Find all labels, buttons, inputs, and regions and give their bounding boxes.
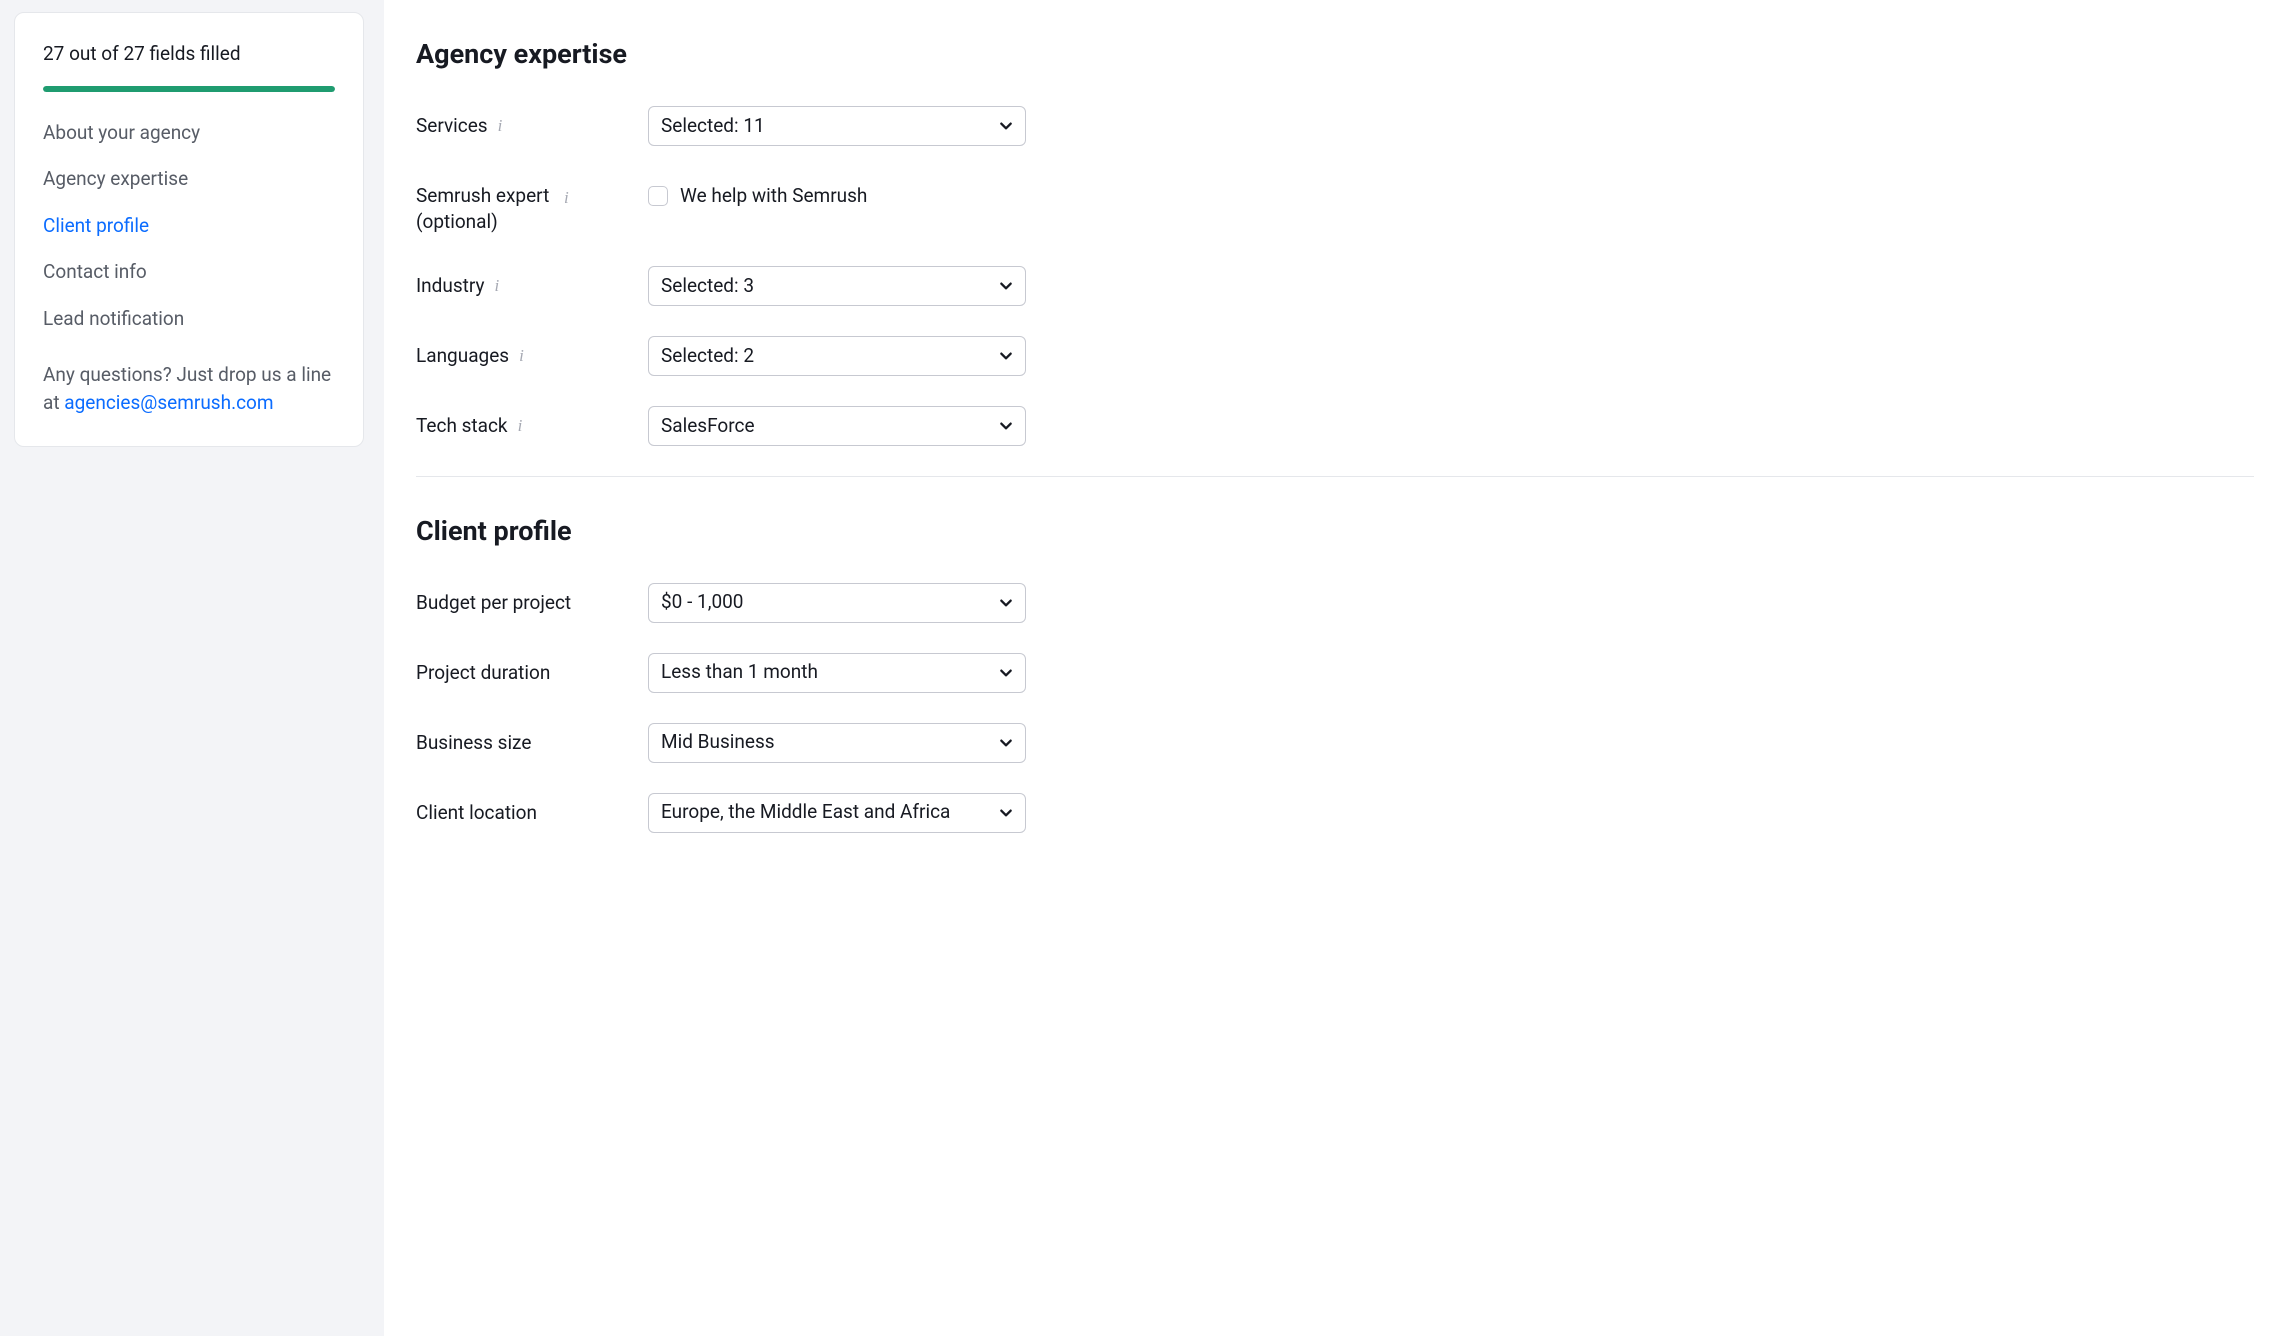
chevron-down-icon bbox=[999, 349, 1013, 363]
chevron-down-icon bbox=[999, 806, 1013, 820]
main-content: Agency expertise Services i Selected: 11 bbox=[384, 0, 2294, 1336]
row-duration: Project duration Less than 1 month bbox=[416, 653, 2254, 693]
select-value: $0 - 1,000 bbox=[661, 589, 744, 616]
label-wrap: Client location bbox=[416, 793, 648, 827]
row-languages: Languages i Selected: 2 bbox=[416, 336, 2254, 376]
section-title-client-profile: Client profile bbox=[416, 513, 2254, 551]
label-tech-stack: Tech stack bbox=[416, 413, 508, 440]
select-tech-stack[interactable]: SalesForce bbox=[648, 406, 1026, 446]
info-icon[interactable]: i bbox=[518, 414, 523, 438]
sidebar-card: 27 out of 27 fields filled About your ag… bbox=[14, 12, 364, 447]
label-services: Services bbox=[416, 113, 488, 140]
info-icon[interactable]: i bbox=[564, 188, 569, 207]
label-wrap: Industry i bbox=[416, 266, 648, 300]
chevron-down-icon bbox=[999, 666, 1013, 680]
label-duration: Project duration bbox=[416, 660, 550, 687]
row-services: Services i Selected: 11 bbox=[416, 106, 2254, 146]
row-semrush-expert: Semrush expert i (optional) We help with… bbox=[416, 176, 2254, 236]
section-divider bbox=[416, 476, 2254, 477]
label-wrap: Tech stack i bbox=[416, 406, 648, 440]
label-wrap: Project duration bbox=[416, 653, 648, 687]
progress-bar bbox=[43, 86, 335, 92]
select-business-size[interactable]: Mid Business bbox=[648, 723, 1026, 763]
checkbox-semrush-help[interactable] bbox=[648, 186, 668, 206]
label-wrap: Semrush expert i (optional) bbox=[416, 176, 648, 236]
chevron-down-icon bbox=[999, 119, 1013, 133]
row-budget: Budget per project $0 - 1,000 bbox=[416, 583, 2254, 623]
nav-item-expertise[interactable]: Agency expertise bbox=[43, 166, 335, 193]
select-duration[interactable]: Less than 1 month bbox=[648, 653, 1026, 693]
chevron-down-icon bbox=[999, 596, 1013, 610]
progress-text: 27 out of 27 fields filled bbox=[43, 41, 335, 68]
select-value: Selected: 2 bbox=[661, 343, 754, 370]
section-title-expertise: Agency expertise bbox=[416, 36, 2254, 74]
label-wrap: Services i bbox=[416, 106, 648, 140]
chevron-down-icon bbox=[999, 419, 1013, 433]
row-industry: Industry i Selected: 3 bbox=[416, 266, 2254, 306]
label-semrush-expert: Semrush expert bbox=[416, 183, 549, 210]
nav-item-lead-notification[interactable]: Lead notification bbox=[43, 306, 335, 333]
help-email-link[interactable]: agencies@semrush.com bbox=[64, 391, 273, 414]
label-wrap: Budget per project bbox=[416, 583, 648, 617]
label-wrap: Languages i bbox=[416, 336, 648, 370]
checkbox-row: We help with Semrush bbox=[648, 176, 1026, 210]
sidebar-nav: About your agency Agency expertise Clien… bbox=[43, 120, 335, 333]
row-client-location: Client location Europe, the Middle East … bbox=[416, 793, 2254, 833]
label-budget: Budget per project bbox=[416, 590, 571, 617]
info-icon[interactable]: i bbox=[519, 344, 524, 368]
row-business-size: Business size Mid Business bbox=[416, 723, 2254, 763]
select-industry[interactable]: Selected: 3 bbox=[648, 266, 1026, 306]
checkbox-label: We help with Semrush bbox=[680, 183, 867, 210]
select-budget[interactable]: $0 - 1,000 bbox=[648, 583, 1026, 623]
select-client-location[interactable]: Europe, the Middle East and Africa bbox=[648, 793, 1026, 833]
chevron-down-icon bbox=[999, 279, 1013, 293]
label-industry: Industry bbox=[416, 273, 484, 300]
nav-item-contact[interactable]: Contact info bbox=[43, 259, 335, 286]
select-value: Selected: 11 bbox=[661, 113, 765, 140]
label-languages: Languages bbox=[416, 343, 509, 370]
label-client-location: Client location bbox=[416, 800, 537, 827]
select-value: Selected: 3 bbox=[661, 273, 754, 300]
select-value: Less than 1 month bbox=[661, 659, 818, 686]
nav-item-about[interactable]: About your agency bbox=[43, 120, 335, 147]
select-value: SalesForce bbox=[661, 413, 755, 440]
help-text: Any questions? Just drop us a line at ag… bbox=[43, 361, 335, 418]
info-icon[interactable]: i bbox=[494, 274, 499, 298]
select-services[interactable]: Selected: 11 bbox=[648, 106, 1026, 146]
chevron-down-icon bbox=[999, 736, 1013, 750]
label-business-size: Business size bbox=[416, 730, 531, 757]
select-value: Europe, the Middle East and Africa bbox=[661, 799, 950, 826]
row-tech-stack: Tech stack i SalesForce bbox=[416, 406, 2254, 446]
select-languages[interactable]: Selected: 2 bbox=[648, 336, 1026, 376]
nav-item-client-profile[interactable]: Client profile bbox=[43, 213, 335, 240]
select-value: Mid Business bbox=[661, 729, 775, 756]
label-wrap: Business size bbox=[416, 723, 648, 757]
info-icon[interactable]: i bbox=[498, 114, 503, 138]
progress-bar-fill bbox=[43, 86, 335, 92]
label-semrush-expert-sub: (optional) bbox=[416, 209, 569, 236]
